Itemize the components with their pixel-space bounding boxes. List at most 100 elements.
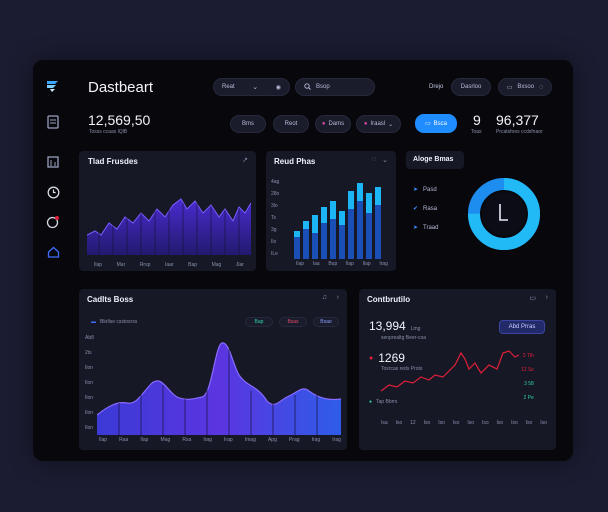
arrow-icon: ➤ — [413, 187, 419, 193]
kpi-caption-a: Toas — [471, 129, 482, 135]
x-tick: Iso — [423, 420, 431, 426]
kpi-value: 96,377 — [496, 112, 539, 128]
x-tick: Irag — [332, 437, 341, 443]
tag-1[interactable]: Bsas — [279, 317, 307, 327]
y-tick: 28o — [271, 191, 280, 197]
chip-label: Reot — [284, 121, 298, 127]
x-tick: Iso — [452, 420, 460, 426]
legend-item: ✔ Rasa — [413, 205, 438, 213]
right-value: 3 Tlh — [522, 353, 534, 359]
chevron-down-icon: ⌄ — [252, 84, 259, 91]
dot-icon: ● — [321, 121, 326, 127]
value-a: 13,994 — [369, 319, 406, 333]
kpi-left-value: 9 — [473, 112, 481, 128]
dashboard-pill[interactable]: Dasrloo — [451, 78, 491, 96]
add-button-label: Abd Prras — [508, 324, 536, 330]
account-pill-label: Bxsoo — [517, 84, 535, 90]
comparison-right-values: 3 Tlh 12 Ss 3 58 2 Pe — [521, 353, 534, 401]
y-tick: Ts — [271, 215, 276, 221]
x-tick: Iso — [467, 420, 475, 426]
add-button[interactable]: Abd Prras — [499, 320, 545, 334]
chip-1[interactable]: Reot — [273, 115, 309, 133]
chart-icon[interactable] — [45, 154, 61, 170]
options-icon: ◉ — [275, 84, 281, 91]
trend-panel: Tlad Frusdes ↗ Ilap Mar Rrsp Iaar Bap Ma… — [79, 151, 256, 271]
app-title: Dastbeart — [88, 79, 154, 96]
x-tick: Raa — [119, 437, 129, 443]
right-value: 2 Pe — [523, 395, 534, 401]
x-tick: Bup — [328, 261, 338, 267]
chip-3[interactable]: ● Iraasl ⌄ — [356, 115, 401, 133]
value-a-row: 13,994 Lmg — [369, 319, 420, 333]
legend-dot-icon: ▬ — [91, 319, 96, 325]
comparison-panel: Contbrutilo ▭ › 13,994 Lmg senprealtg Be… — [359, 289, 556, 450]
x-tick: Bap — [188, 262, 198, 268]
y-tick: 4ag — [271, 179, 280, 185]
chevron-down-icon: ⌄ — [388, 121, 394, 128]
unit-a: Lmg — [410, 326, 421, 332]
account-pill[interactable]: ▭ Bxsoo ◌ — [498, 78, 552, 96]
comparison-legend: ● Tap Bbrrs — [369, 399, 397, 405]
y-tick: Ilo — [271, 239, 277, 245]
tag-0[interactable]: Bap — [245, 317, 273, 327]
x-tick: Irag — [203, 437, 212, 443]
logo-icon[interactable] — [45, 78, 61, 94]
search-input[interactable]: Bsop — [295, 78, 375, 96]
chevron-right-icon[interactable]: › — [546, 294, 548, 301]
select-label: Reat — [222, 84, 235, 90]
x-tick: Iso — [525, 420, 533, 426]
settings-icon[interactable]: ◌ — [372, 156, 376, 163]
dashboard-window: Dastbeart Reat ⌄ ◉ Bsop Drejo Dasrloo ▭ … — [33, 60, 573, 461]
stat-value: 12,569,50 — [88, 112, 151, 128]
dashboard-pill-label: Dasrloo — [460, 84, 482, 90]
expand-icon[interactable]: ↗ — [242, 156, 248, 164]
right-value: 12 Ss — [521, 367, 534, 373]
chevron-down-icon[interactable]: ⌄ — [382, 156, 388, 164]
check-icon: ✔ — [413, 206, 419, 212]
action-button[interactable]: ▭ Bsca — [415, 114, 457, 133]
x-tick: Irag — [379, 261, 388, 267]
x-tick: Apg — [267, 437, 277, 443]
area-legend: ▬ Bkrllse csstosrss — [91, 319, 137, 325]
bars-x-axis: Ilap Iaa Bup Ilap Ilap Irag — [296, 261, 388, 267]
bell-icon[interactable]: ♫ — [322, 294, 327, 301]
clock-icon[interactable] — [45, 184, 61, 200]
x-tick: Iso — [438, 420, 445, 426]
tag-label: Bsao — [320, 319, 332, 325]
x-tick: Jlar — [235, 262, 244, 268]
y-tick: 2ts — [85, 350, 92, 356]
x-tick: Iso — [496, 420, 504, 426]
user-name[interactable]: Drejo — [429, 84, 443, 90]
x-tick: Iso — [540, 420, 547, 426]
chevron-right-icon[interactable]: › — [337, 294, 339, 301]
kpi-caption-b: Prcatsfoes ccdsfnaor — [496, 129, 543, 135]
chip-label: Bms — [242, 121, 254, 127]
x-tick: Ilap — [94, 262, 103, 268]
donut-title-bar: Aloge Bmas — [406, 151, 464, 169]
y-tick: Ilon — [85, 365, 94, 371]
x-tick: Rrsp — [139, 262, 151, 268]
x-tick: Iaa — [312, 261, 320, 267]
y-tick: 3lo — [271, 203, 278, 209]
bars-y-axis: 4ag 28o 3lo Ts 3g Ilo ILe — [271, 179, 279, 257]
analytics-icon[interactable] — [45, 214, 61, 230]
x-tick: Iso — [481, 420, 489, 426]
x-tick: Irap — [224, 437, 233, 443]
chip-2[interactable]: ● Dams — [315, 115, 351, 133]
x-tick: Mag — [211, 262, 222, 268]
tag-2[interactable]: Bsao — [313, 317, 339, 327]
window-icon: ▭ — [424, 121, 431, 127]
donut-chart — [468, 178, 540, 250]
bars-panel: Reud Phas ◌ ⌄ 4ag 28o 3lo Ts 3g Ilo ILe — [266, 151, 396, 271]
chip-0[interactable]: Bms — [230, 115, 266, 133]
legend-label: Pasd — [423, 186, 437, 193]
select-dropdown[interactable]: Reat ⌄ ◉ — [213, 78, 290, 96]
x-tick: Iso — [511, 420, 518, 426]
home-icon[interactable] — [45, 244, 61, 260]
chip-label: Iraasl — [370, 121, 386, 127]
x-tick: Imag — [244, 437, 256, 443]
document-icon[interactable] — [45, 114, 61, 130]
window-icon[interactable]: ▭ — [529, 294, 536, 302]
y-tick: Ilon — [85, 380, 94, 386]
y-tick: Ab8 — [85, 335, 94, 341]
